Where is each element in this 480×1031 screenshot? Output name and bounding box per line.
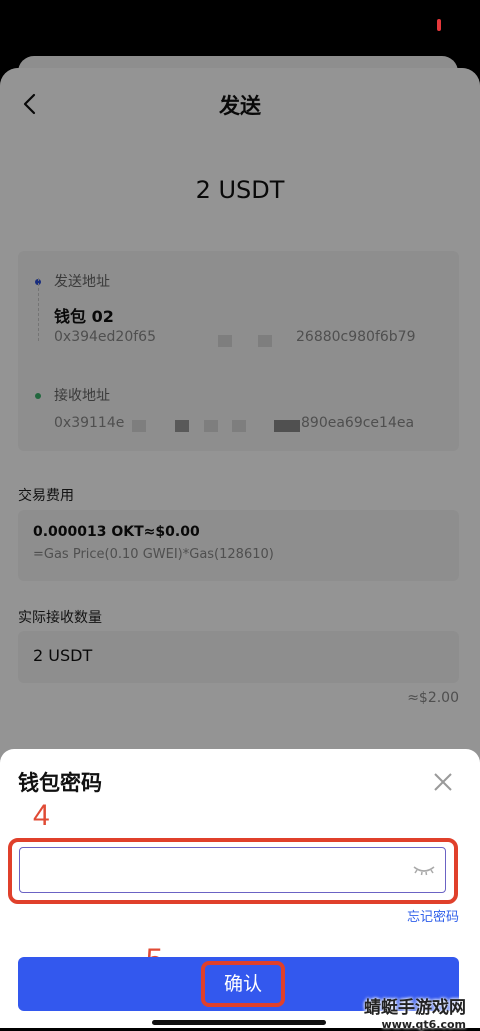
- modal-title: 钱包密码: [18, 771, 102, 795]
- confirm-label: 确认: [201, 961, 285, 1007]
- close-icon[interactable]: [432, 771, 454, 793]
- password-input[interactable]: [19, 847, 446, 893]
- watermark-logo: 蜻蜓手游戏网 www.qt6.com: [364, 993, 466, 1031]
- watermark-text: 蜻蜓手游戏网: [364, 998, 466, 1018]
- eye-closed-icon[interactable]: [412, 860, 436, 880]
- step-number-4: 4: [33, 799, 50, 832]
- watermark-url: www.qt6.com: [381, 1018, 466, 1031]
- forgot-password-link[interactable]: 忘记密码: [407, 906, 459, 925]
- password-modal: 钱包密码 4 忘记密码 5 确认 蜻蜓手游戏网 www.qt6.com: [0, 749, 480, 1031]
- home-indicator[interactable]: [152, 1020, 326, 1025]
- status-indicator: [437, 19, 441, 31]
- password-field-highlight: [8, 838, 458, 904]
